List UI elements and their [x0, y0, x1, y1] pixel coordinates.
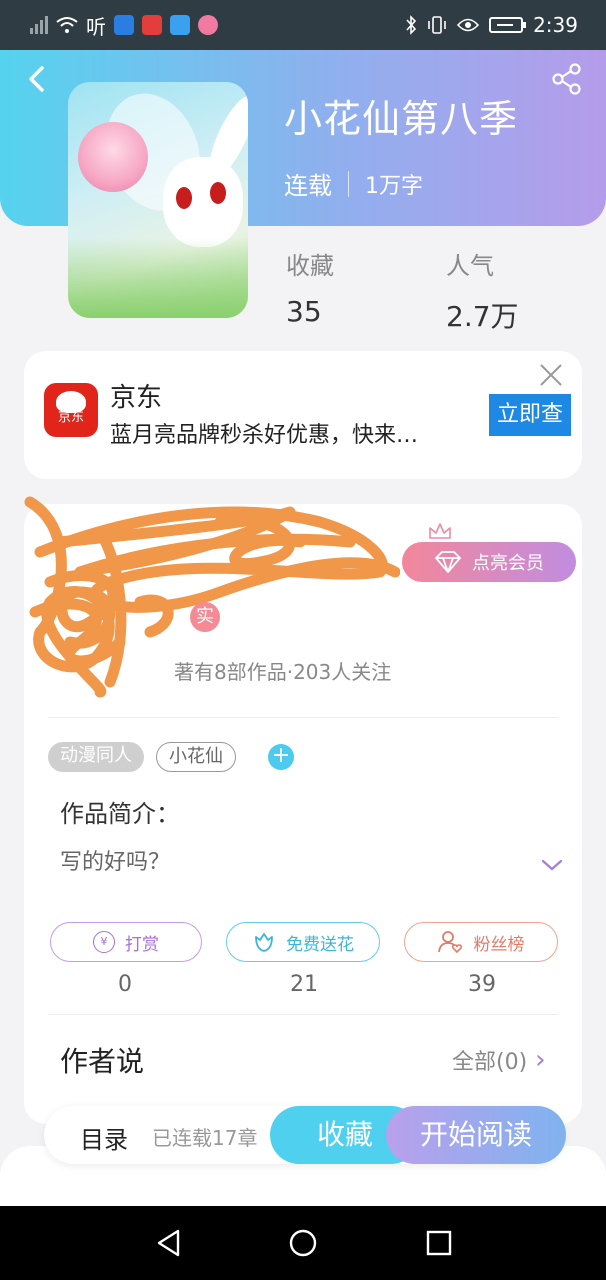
nav-back-icon[interactable] — [154, 1228, 184, 1258]
book-meta: 连载 1万字 — [284, 166, 423, 201]
tip-count: 0 — [118, 972, 132, 997]
book-word-count: 1万字 — [365, 173, 423, 199]
divider — [48, 717, 558, 718]
ad-description: 蓝月亮品牌秒杀好优惠，快来… — [110, 423, 419, 448]
popularity-value: 2.7万 — [446, 300, 519, 333]
vip-button-label: 点亮会员 — [472, 553, 544, 574]
popularity-stat: 人气 2.7万 — [446, 246, 519, 335]
action-buttons: ¥ 打赏 免费送花 粉丝榜 — [48, 922, 558, 962]
video-app-icon — [170, 15, 190, 35]
ad-close-icon[interactable] — [539, 363, 563, 387]
book-status: 连载 — [284, 172, 332, 200]
shield-app-icon — [114, 15, 134, 35]
book-title: 小花仙第八季 — [284, 97, 519, 141]
send-flower-label: 免费送花 — [286, 934, 354, 955]
crown-icon — [429, 523, 451, 539]
author-say-all-link[interactable]: 全部(0) › — [452, 1044, 546, 1076]
avatar-app-icon — [198, 15, 218, 35]
start-reading-button[interactable]: 开始阅读 — [386, 1106, 566, 1164]
jd-logo-icon: 京东 — [44, 383, 98, 437]
serial-status: 已连载17章 — [152, 1126, 258, 1150]
yen-icon: ¥ — [93, 931, 115, 953]
verified-badge: 实 — [190, 602, 220, 632]
share-icon[interactable] — [550, 62, 584, 96]
vibrate-icon — [428, 16, 446, 34]
send-flower-button[interactable]: 免费送花 — [226, 922, 380, 962]
fans-count: 39 — [468, 972, 496, 997]
nav-recent-apps-icon[interactable] — [424, 1228, 454, 1258]
toutiao-app-icon — [142, 15, 162, 35]
tag-item[interactable]: 小花仙 — [156, 742, 236, 772]
back-arrow-icon[interactable] — [22, 62, 52, 96]
battery-icon — [489, 17, 527, 33]
favorites-value: 35 — [286, 295, 322, 328]
favorites-label: 收藏 — [286, 252, 334, 280]
fan-user-icon — [437, 931, 462, 954]
expand-chevron-icon[interactable] — [540, 856, 564, 874]
tag-list: 动漫同人 小花仙 + — [48, 742, 294, 772]
author-stats: 著有8部作品·203人关注 — [174, 660, 392, 684]
favorites-stat: 收藏 35 — [286, 246, 334, 328]
toc-button[interactable]: 目录 — [80, 1120, 128, 1155]
book-cover-image[interactable] — [68, 82, 248, 318]
flower-count: 21 — [290, 972, 318, 997]
add-tag-button[interactable]: + — [268, 744, 294, 770]
ad-brand: 京东 — [110, 383, 163, 413]
app-label-ting: 听 — [86, 14, 106, 39]
chevron-right-icon: › — [535, 1045, 546, 1075]
fans-ranking-label: 粉丝榜 — [473, 934, 525, 955]
ad-card[interactable]: 京东 京东 蓝月亮品牌秒杀好优惠，快来… 立即查 — [24, 351, 582, 479]
tip-label: 打赏 — [125, 934, 159, 955]
fans-ranking-button[interactable]: 粉丝榜 — [404, 922, 558, 962]
bluetooth-icon — [406, 15, 417, 35]
intro-text: 写的好吗？ — [60, 850, 171, 875]
flower-icon — [255, 933, 273, 952]
signal-icon — [30, 16, 48, 34]
divider — [48, 1014, 558, 1015]
popularity-label: 人气 — [446, 252, 494, 280]
tip-button[interactable]: ¥ 打赏 — [50, 922, 202, 962]
eye-icon — [457, 18, 480, 32]
wifi-icon — [56, 17, 78, 33]
status-time: 2:39 — [533, 13, 578, 37]
meta-divider — [348, 170, 349, 197]
nav-home-icon[interactable] — [288, 1228, 318, 1258]
status-bar: 听 2:39 — [0, 0, 606, 50]
ad-cta-button[interactable]: 立即查 — [489, 394, 571, 436]
system-nav-bar — [0, 1206, 606, 1280]
intro-title: 作品简介： — [60, 800, 180, 828]
diamond-icon — [435, 551, 461, 573]
tag-item[interactable]: 动漫同人 — [48, 742, 144, 772]
author-say-all-label: 全部(0) — [452, 1050, 528, 1075]
author-say-title: 作者说 — [60, 1045, 145, 1078]
vip-button[interactable]: 点亮会员 — [402, 542, 576, 582]
